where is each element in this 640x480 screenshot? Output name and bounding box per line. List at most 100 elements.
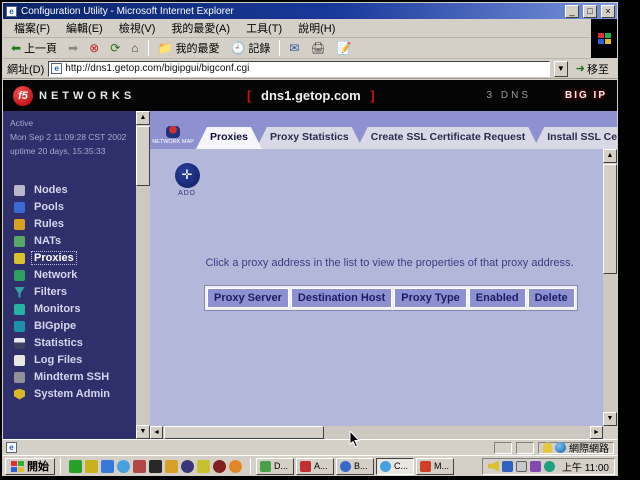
menu-edit[interactable]: 編輯(E) [59, 18, 110, 38]
column-destination-host[interactable]: Destination Host [291, 288, 392, 308]
tab-proxy-statistics[interactable]: Proxy Statistics [256, 127, 363, 149]
system-admin-icon [14, 389, 25, 400]
sidebar-item-filters[interactable]: Filters [14, 286, 150, 298]
sidebar-item-system-admin[interactable]: System Admin [14, 388, 150, 400]
taskbar: 開始 D... [3, 455, 617, 476]
go-button[interactable]: ➜ 移至 [572, 60, 613, 78]
close-button[interactable]: × [601, 5, 615, 18]
quicklaunch-icon[interactable] [101, 460, 114, 473]
tray-icon[interactable] [502, 461, 513, 472]
main-horizontal-scrollbar[interactable]: ◄ ► [150, 426, 603, 439]
mail-button[interactable]: ✉ [285, 40, 303, 56]
scroll-down-arrow[interactable]: ▼ [136, 425, 150, 439]
favorites-button[interactable]: 📁 我的最愛 [154, 39, 224, 57]
menu-file[interactable]: 檔案(F) [7, 18, 57, 38]
tab-install-ssl-certificate[interactable]: Install SSL Certif [533, 127, 617, 149]
sidebar-item-mindterm-ssh[interactable]: Mindterm SSH [14, 371, 150, 383]
scroll-left-arrow[interactable]: ◄ [150, 426, 163, 439]
tray-icon[interactable] [544, 461, 555, 472]
link-bigip[interactable]: BIG IP [565, 90, 607, 101]
menu-help[interactable]: 說明(H) [291, 18, 342, 38]
task-button-2[interactable]: A... [296, 458, 334, 475]
task-button-4-active[interactable]: C... [376, 458, 414, 475]
home-button[interactable]: ⌂ [127, 40, 142, 56]
main-frame: NETWORK MAP Proxies Proxy Statistics Cre… [150, 111, 617, 439]
edit-button[interactable]: 📝 [333, 40, 356, 56]
status-state: Active [10, 116, 150, 130]
proxies-icon [14, 253, 25, 264]
tab-proxies[interactable]: Proxies [196, 127, 262, 149]
quicklaunch-icon[interactable] [149, 460, 162, 473]
scroll-down-arrow[interactable]: ▼ [603, 412, 617, 426]
address-bar: 網址(D) e http://dns1.getop.com/bigipgui/b… [3, 59, 617, 79]
link-3dns[interactable]: 3 DNS [487, 90, 531, 101]
stop-button[interactable]: ⊗ [85, 40, 103, 56]
task-button-3[interactable]: B... [336, 458, 374, 475]
stop-icon: ⊗ [89, 41, 99, 55]
display-tray-icon[interactable] [516, 461, 527, 472]
minimize-button[interactable]: _ [565, 5, 579, 18]
menu-favorites[interactable]: 我的最愛(A) [164, 18, 237, 38]
menu-view[interactable]: 檢視(V) [112, 18, 163, 38]
history-button[interactable]: 🕘 記錄 [226, 39, 274, 57]
sidebar-item-log-files[interactable]: Log Files [14, 354, 150, 366]
sidebar-item-nats[interactable]: NATs [14, 235, 150, 247]
tab-create-ssl-certificate-request[interactable]: Create SSL Certificate Request [357, 127, 539, 149]
sidebar-item-pools[interactable]: Pools [14, 201, 150, 213]
window-title: Configuration Utility - Microsoft Intern… [21, 6, 561, 17]
volume-tray-icon[interactable] [488, 461, 499, 472]
quicklaunch-icon[interactable] [181, 460, 194, 473]
quicklaunch-icon[interactable] [85, 460, 98, 473]
sidebar-item-rules[interactable]: Rules [14, 218, 150, 230]
sidebar-item-nodes[interactable]: Nodes [14, 184, 150, 196]
sidebar-item-proxies[interactable]: Proxies [14, 252, 150, 264]
add-proxy-button[interactable]: ✛ ADD [170, 163, 204, 197]
back-icon: ⬅ [11, 41, 21, 55]
address-dropdown-arrow[interactable]: ▼ [554, 61, 568, 77]
maximize-button[interactable]: □ [583, 5, 597, 18]
menu-tools[interactable]: 工具(T) [239, 18, 289, 38]
browser-toolbar: ⬅ 上一頁 ➡ ⊗ ⟳ ⌂ 📁 我的最愛 🕘 記錄 [3, 38, 591, 59]
taskbar-clock[interactable]: 上午 11:00 [558, 459, 609, 474]
column-proxy-server[interactable]: Proxy Server [207, 288, 289, 308]
back-button[interactable]: ⬅ 上一頁 [7, 39, 61, 57]
network-map-button[interactable]: NETWORK MAP [150, 126, 196, 149]
scroll-thumb[interactable] [603, 164, 617, 274]
address-input[interactable]: e http://dns1.getop.com/bigipgui/bigconf… [48, 61, 550, 77]
scroll-thumb[interactable] [164, 426, 324, 439]
refresh-button[interactable]: ⟳ [106, 40, 124, 56]
tray-icon[interactable] [530, 461, 541, 472]
scroll-thumb[interactable] [136, 126, 150, 186]
quicklaunch-icon[interactable] [69, 460, 82, 473]
column-proxy-type[interactable]: Proxy Type [394, 288, 467, 308]
forward-button[interactable]: ➡ [64, 40, 82, 56]
scroll-right-arrow[interactable]: ► [590, 426, 603, 439]
task-button-1[interactable]: D... [256, 458, 294, 475]
quicklaunch-icon[interactable] [165, 460, 178, 473]
main-vertical-scrollbar[interactable]: ▲ ▼ [603, 149, 617, 426]
quicklaunch-icon[interactable] [213, 460, 226, 473]
quicklaunch-icon[interactable] [197, 460, 210, 473]
sidebar-item-statistics[interactable]: Statistics [14, 337, 150, 349]
quicklaunch-icon[interactable] [229, 460, 242, 473]
quicklaunch-icon[interactable] [133, 460, 146, 473]
column-enabled[interactable]: Enabled [469, 288, 526, 308]
sidebar-vertical-scrollbar[interactable]: ▲ ▼ [136, 111, 150, 439]
quicklaunch-ie-icon[interactable] [117, 460, 130, 473]
title-bar: e Configuration Utility - Microsoft Inte… [3, 3, 617, 19]
status-uptime: uptime 20 days, 15:35:33 [10, 144, 150, 158]
task-button-5[interactable]: M... [416, 458, 454, 475]
bracket-left: [ [247, 88, 251, 103]
print-button[interactable]: 🖨 [306, 40, 329, 56]
add-label: ADD [170, 190, 204, 197]
task-icon [340, 461, 351, 472]
log-files-icon [14, 355, 25, 366]
start-button[interactable]: 開始 [5, 458, 55, 475]
sidebar-item-bigpipe[interactable]: BIGpipe [14, 320, 150, 332]
mindterm-ssh-icon [14, 372, 25, 383]
scroll-up-arrow[interactable]: ▲ [603, 149, 617, 163]
sidebar-item-network[interactable]: Network [14, 269, 150, 281]
sidebar-item-monitors[interactable]: Monitors [14, 303, 150, 315]
scroll-up-arrow[interactable]: ▲ [136, 111, 150, 125]
column-delete[interactable]: Delete [528, 288, 575, 308]
